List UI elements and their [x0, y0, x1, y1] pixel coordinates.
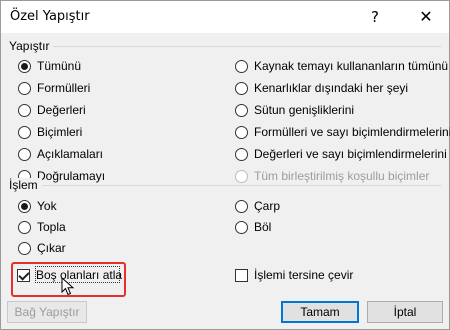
cancel-button[interactable]: İptal: [367, 301, 443, 323]
radio-label: Açıklamaları: [37, 147, 104, 161]
radio-paste-column-widths[interactable]: Sütun genişliklerini: [235, 101, 354, 119]
dialog-title: Özel Yapıştır: [10, 9, 90, 24]
radio-paste-all[interactable]: Tümünü: [18, 57, 81, 75]
radio-operation-subtract[interactable]: Çıkar: [18, 239, 66, 257]
radio-operation-divide[interactable]: Böl: [235, 218, 271, 236]
transpose-checkbox-row[interactable]: İşlemi tersine çevir: [235, 266, 353, 284]
operation-group-label: İşlem: [9, 178, 42, 192]
radio-label: Kaynak temayı kullananların tümünü: [254, 59, 449, 73]
radio-paste-formulas[interactable]: Formülleri: [18, 79, 90, 97]
paste-link-button: Bağ Yapıştır: [7, 301, 87, 323]
paste-group-label: Yapıştır: [9, 39, 54, 53]
radio-paste-all-except-borders[interactable]: Kenarlıklar dışındaki her şeyi: [235, 79, 408, 97]
radio-label: Değerleri ve sayı biçimlendirmelerini: [254, 147, 447, 161]
radio-button[interactable]: [18, 59, 31, 73]
radio-label: Yok: [37, 199, 57, 213]
radio-button[interactable]: [18, 147, 31, 161]
radio-button[interactable]: [235, 220, 248, 234]
radio-button[interactable]: [18, 81, 31, 95]
close-button[interactable]: ✕: [411, 5, 441, 29]
radio-label: Sütun genişliklerini: [254, 103, 355, 117]
radio-button[interactable]: [235, 103, 248, 117]
radio-paste-formulas-number-formats[interactable]: Formülleri ve sayı biçimlendirmelerini: [235, 123, 450, 141]
radio-button[interactable]: [235, 125, 248, 139]
operation-group-divider: [9, 185, 441, 186]
transpose-label: İşlemi tersine çevir: [254, 268, 354, 282]
radio-label: Çarp: [254, 199, 281, 213]
radio-paste-source-theme[interactable]: Kaynak temayı kullananların tümünü: [235, 57, 448, 75]
radio-label: Tümünü: [37, 59, 82, 73]
radio-button[interactable]: [235, 199, 248, 213]
title-bar: Özel Yapıştır ? ✕: [1, 1, 449, 33]
radio-paste-comments[interactable]: Açıklamaları: [18, 145, 103, 163]
radio-paste-merged-conditional-formats: Tüm birleştirilmiş koşullu biçimler: [235, 167, 429, 185]
radio-button[interactable]: [18, 220, 31, 234]
radio-label: Değerleri: [37, 103, 86, 117]
radio-operation-none[interactable]: Yok: [18, 197, 57, 215]
radio-button: [235, 169, 248, 183]
radio-paste-formats[interactable]: Biçimleri: [18, 123, 82, 141]
radio-operation-multiply[interactable]: Çarp: [235, 197, 280, 215]
radio-button[interactable]: [18, 103, 31, 117]
radio-label: Biçimleri: [37, 125, 83, 139]
transpose-checkbox[interactable]: [235, 268, 248, 282]
radio-label: Formülleri: [37, 81, 91, 95]
radio-label: Tüm birleştirilmiş koşullu biçimler: [254, 169, 430, 183]
radio-button[interactable]: [235, 147, 248, 161]
radio-label: Çıkar: [37, 241, 66, 255]
paste-special-dialog: Özel Yapıştır ? ✕ Yapıştır Tümünü Formül…: [0, 0, 450, 330]
radio-operation-add[interactable]: Topla: [18, 218, 66, 236]
radio-label: Topla: [37, 220, 66, 234]
radio-button[interactable]: [235, 59, 248, 73]
radio-button[interactable]: [18, 199, 31, 213]
radio-label: Formülleri ve sayı biçimlendirmelerini: [254, 125, 450, 139]
radio-button[interactable]: [18, 125, 31, 139]
radio-label: Kenarlıklar dışındaki her şeyi: [254, 81, 409, 95]
radio-button[interactable]: [18, 241, 31, 255]
mouse-pointer-icon: [61, 277, 75, 296]
radio-paste-values[interactable]: Değerleri: [18, 101, 86, 119]
help-button[interactable]: ?: [361, 5, 389, 29]
radio-label: Doğrulamayı: [37, 169, 106, 183]
ok-button[interactable]: Tamam: [281, 301, 359, 323]
paste-group-divider: [9, 46, 441, 47]
radio-paste-values-number-formats[interactable]: Değerleri ve sayı biçimlendirmelerini: [235, 145, 447, 163]
radio-label: Böl: [254, 220, 272, 234]
radio-button[interactable]: [235, 81, 248, 95]
